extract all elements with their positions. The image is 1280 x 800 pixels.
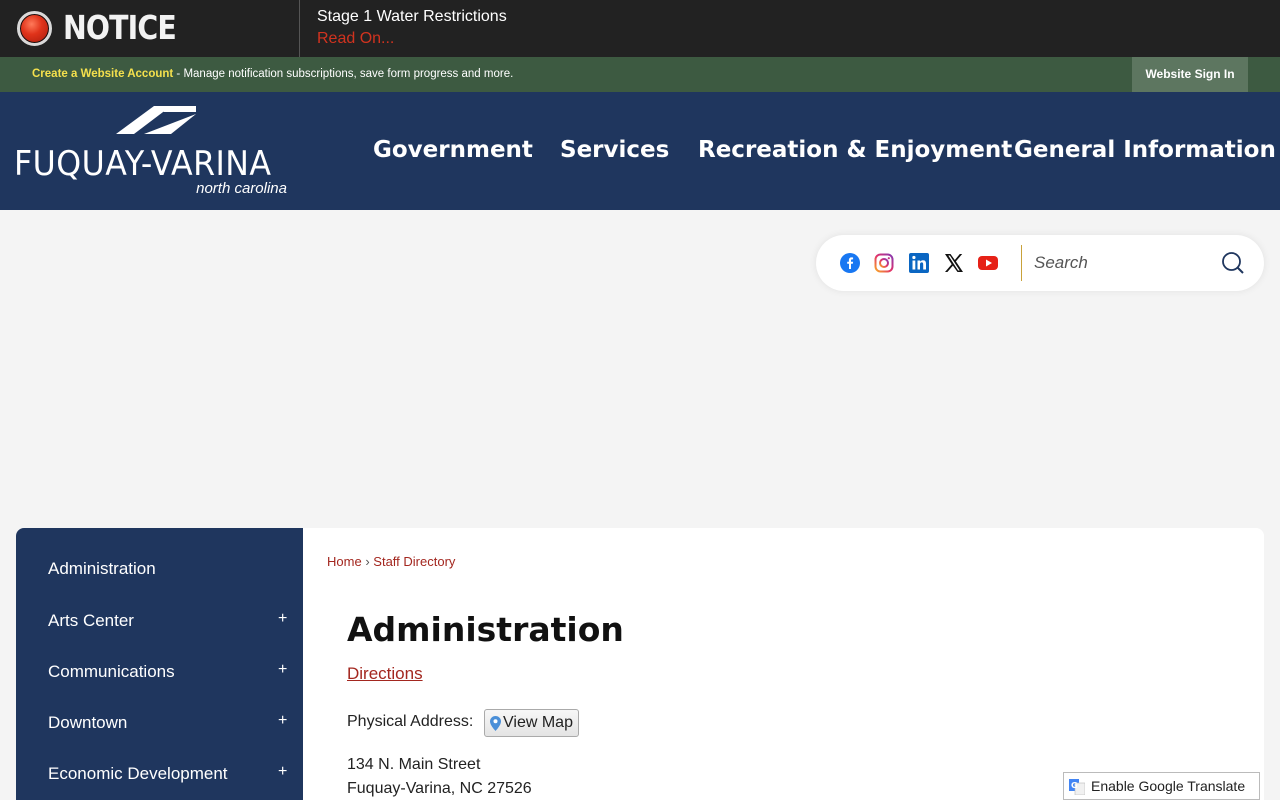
expand-downtown-icon[interactable]: + <box>278 712 287 730</box>
website-sign-in-button[interactable]: Website Sign In <box>1132 57 1248 92</box>
sidebar-item-administration[interactable]: Administration <box>48 559 156 579</box>
account-message: Create a Website Account - Manage notifi… <box>32 68 513 80</box>
breadcrumb: Home › Staff Directory <box>327 554 455 569</box>
youtube-icon[interactable] <box>978 253 998 273</box>
facebook-icon[interactable] <box>840 253 860 273</box>
sidebar-item-arts-center[interactable]: Arts Center <box>48 611 134 631</box>
notice-title[interactable]: Stage 1 Water Restrictions <box>317 8 507 26</box>
expand-economic-development-icon[interactable]: + <box>278 763 287 781</box>
instagram-icon[interactable] <box>874 253 894 273</box>
social-search-bar <box>816 235 1264 291</box>
nav-general-information[interactable]: General Information <box>1014 137 1276 163</box>
search-input[interactable] <box>1034 248 1214 278</box>
site-logo[interactable]: FUQUAY-VARINA north carolina <box>14 104 290 200</box>
linkedin-icon[interactable] <box>909 253 929 273</box>
account-bar: Create a Website Account - Manage notifi… <box>0 57 1280 92</box>
alert-dot-icon <box>17 11 52 46</box>
expand-arts-center-icon[interactable]: + <box>278 610 287 628</box>
map-pin-icon <box>490 716 501 731</box>
nav-government[interactable]: Government <box>373 137 533 163</box>
nav-recreation-enjoyment[interactable]: Recreation & Enjoyment <box>698 137 1012 163</box>
x-icon[interactable] <box>944 253 964 273</box>
logo-text: FUQUAY-VARINA <box>14 144 272 184</box>
search-button[interactable] <box>1221 251 1245 275</box>
main-content: Home › Staff Directory Administration Di… <box>303 528 1264 800</box>
breadcrumb-home-link[interactable]: Home <box>327 554 362 569</box>
account-description: - Manage notification subscriptions, sav… <box>173 68 514 80</box>
google-translate-icon: G <box>1069 779 1085 795</box>
directions-link[interactable]: Directions <box>347 664 423 684</box>
view-map-label: View Map <box>503 714 573 731</box>
tools-divider <box>1021 245 1022 281</box>
breadcrumb-staff-directory-link[interactable]: Staff Directory <box>373 554 455 569</box>
sidebar-item-economic-development[interactable]: Economic Development <box>48 764 228 784</box>
notice-read-on-link[interactable]: Read On... <box>317 30 394 48</box>
sidebar-item-downtown[interactable]: Downtown <box>48 713 127 733</box>
address-line-2: Fuquay-Varina, NC 27526 <box>347 780 532 797</box>
sidebar-item-communications[interactable]: Communications <box>48 662 175 682</box>
breadcrumb-separator: › <box>365 554 370 569</box>
physical-address-label: Physical Address: <box>347 713 474 730</box>
google-translate-label: Enable Google Translate <box>1091 778 1246 794</box>
google-translate-button[interactable]: G Enable Google Translate <box>1063 772 1260 800</box>
page-title: Administration <box>347 610 624 649</box>
notice-badge: NOTICE <box>0 0 300 57</box>
notice-label: NOTICE <box>63 8 177 47</box>
notice-bar: NOTICE Stage 1 Water Restrictions Read O… <box>0 0 1280 57</box>
address-line-1: 134 N. Main Street <box>347 756 481 773</box>
expand-communications-icon[interactable]: + <box>278 661 287 679</box>
search-icon <box>1222 252 1244 274</box>
logo-subtext: north carolina <box>196 180 287 197</box>
svg-text:G: G <box>1071 781 1078 790</box>
department-sidebar: Administration Arts Center + Communicati… <box>16 528 303 800</box>
create-account-link[interactable]: Create a Website Account <box>32 68 173 80</box>
view-map-button[interactable]: View Map <box>484 709 579 737</box>
nav-services[interactable]: Services <box>560 137 669 163</box>
logo-wing-icon <box>116 106 196 134</box>
